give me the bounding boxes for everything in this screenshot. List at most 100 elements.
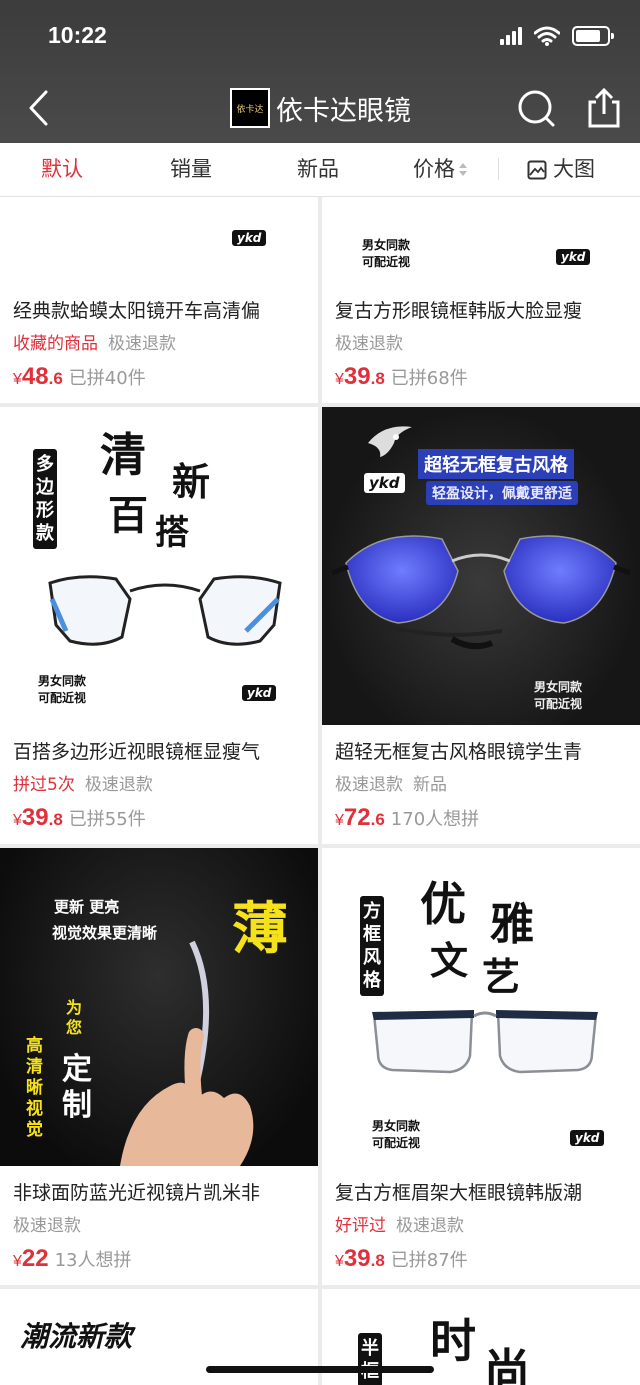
product-card[interactable]: 更新 更亮 视觉效果更清晰 薄 高清晰视觉 为您 定制 非球面防蓝光近视镜片凯米…: [0, 848, 318, 1285]
sort-bar: 默认 销量 新品 价格 大图: [0, 143, 640, 197]
product-card[interactable]: ykd 经典款蛤蟆太阳镜开车高清偏 收藏的商品 极速退款 ¥48.6 已拼40件: [0, 197, 318, 403]
product-tags: 极速退款: [13, 1211, 91, 1236]
back-button[interactable]: [18, 88, 58, 128]
big-image-toggle[interactable]: 大图: [527, 143, 595, 196]
product-title: 复古方形眼镜框韩版大脸显瘦: [335, 300, 583, 322]
tag-bought-before: 拼过5次: [13, 775, 75, 795]
price-integer: 22: [21, 1245, 49, 1272]
product-image: ykd: [0, 197, 318, 287]
price-integer: 72: [343, 804, 371, 831]
tag-favorited: 收藏的商品: [13, 334, 98, 354]
status-icons: [500, 26, 614, 46]
wifi-icon: [534, 26, 560, 46]
image-vertical-caption: 方框风格: [360, 896, 384, 996]
product-title: 复古方框眉架大框眼镜韩版潮: [335, 1182, 583, 1204]
price-integer: 48: [21, 363, 49, 390]
chevron-left-icon: [29, 90, 48, 126]
image-caption: 男女同款 可配近视: [372, 1118, 420, 1152]
shop-name: 依卡达眼镜: [276, 95, 411, 127]
shop-logo: 依卡达: [230, 88, 270, 128]
product-price: ¥48.6 已拼40件: [13, 363, 146, 391]
sort-default-tab[interactable]: 默认: [41, 143, 83, 196]
sort-arrows-icon: [459, 163, 467, 177]
product-card[interactable]: 男女同款 可配近视 ykd 复古方形眼镜框韩版大脸显瘦 极速退款 ¥39.8 已拼…: [322, 197, 640, 403]
price-integer: 39: [21, 804, 49, 831]
price-integer: 39: [343, 1245, 371, 1272]
sold-count: 已拼68件: [390, 368, 468, 389]
product-price: ¥39.8 已拼68件: [335, 363, 468, 391]
share-button[interactable]: [584, 86, 624, 130]
glasses-image: [372, 1010, 598, 1074]
top-bar: 10:22 依卡达 依卡达眼镜: [0, 0, 640, 143]
share-icon: [588, 87, 620, 128]
tag-fast-refund: 极速退款: [335, 334, 403, 354]
sort-sales-tab[interactable]: 销量: [170, 143, 212, 196]
currency-symbol: ¥: [13, 1253, 22, 1270]
product-card[interactable]: 方框风格 优 雅 文 艺 男女同款 可配近视 ykd 复古方框眉架大框眼镜韩版潮…: [322, 848, 640, 1285]
image-word: 优: [420, 877, 466, 931]
caption-line: 男女同款: [362, 238, 411, 252]
sold-count: 已拼55件: [68, 809, 146, 830]
big-image-label: 大图: [553, 157, 595, 181]
tag-fast-refund: 极速退款: [335, 775, 403, 795]
home-indicator[interactable]: [206, 1366, 434, 1373]
price-decimal: .6: [48, 369, 63, 388]
currency-symbol: ¥: [335, 1253, 344, 1270]
glasses-image: [331, 535, 631, 650]
product-price: ¥39.8 已拼55件: [13, 804, 146, 832]
product-card[interactable]: ykd 超轻无框复古风格 轻盈设计，佩戴更舒适 男女同款 可配近视 超轻无框复古…: [322, 407, 640, 844]
search-icon: [518, 90, 555, 127]
shop-logo-text: 依卡达: [236, 104, 264, 115]
tag-fast-refund: 极速退款: [84, 775, 153, 795]
battery-icon: [572, 26, 614, 46]
search-button[interactable]: [514, 88, 558, 128]
image-vertical-caption: 半框: [358, 1333, 382, 1385]
currency-symbol: ¥: [335, 812, 344, 829]
image-banner: 超轻无框复古风格: [418, 449, 574, 479]
brand-badge: ykd: [570, 1130, 605, 1146]
caption-line: 男女同款: [534, 680, 583, 694]
sort-price-tab[interactable]: 价格: [413, 143, 467, 196]
sold-count: 170人想拼: [390, 809, 480, 830]
divider: [498, 158, 499, 180]
tag-fast-refund: 极速退款: [108, 334, 176, 354]
image-vertical-caption: 多边形款: [33, 449, 57, 549]
caption-line: 更新 更亮: [54, 898, 120, 916]
shop-header[interactable]: 依卡达 依卡达眼镜: [230, 88, 411, 128]
sort-new-tab[interactable]: 新品: [297, 143, 339, 196]
product-title: 经典款蛤蟆太阳镜开车高清偏: [13, 300, 261, 322]
image-word: 清: [100, 428, 146, 482]
image-word: 定制: [62, 1052, 92, 1123]
eagle-logo-icon: [368, 426, 412, 457]
price-integer: 39: [343, 363, 371, 390]
image-icon: [527, 160, 547, 179]
lens-hand-image: [120, 940, 254, 1166]
product-card[interactable]: 多边形款 清 新 百 搭 男女同款 可配近视 ykd 百搭多边形近视眼镜框显瘦气…: [0, 407, 318, 844]
brand-badge: ykd: [364, 473, 405, 493]
product-price: ¥39.8 已拼87件: [335, 1245, 468, 1273]
sold-count: 已拼87件: [390, 1250, 468, 1271]
currency-symbol: ¥: [13, 812, 22, 829]
caption-line: 可配近视: [372, 1136, 421, 1150]
image-word: 新: [172, 459, 211, 504]
brand-badge: ykd: [556, 249, 591, 265]
image-word: 艺: [482, 954, 521, 999]
sold-count: 已拼40件: [68, 368, 146, 389]
status-time: 10:22: [48, 22, 107, 48]
tag-fast-refund: 极速退款: [13, 1216, 81, 1236]
image-vertical-caption: 高清晰视觉: [26, 1036, 43, 1140]
image-word: 搭: [155, 513, 189, 553]
currency-symbol: ¥: [335, 371, 344, 388]
brand-badge: ykd: [232, 230, 267, 246]
sold-count: 13人想拼: [54, 1250, 132, 1271]
product-image: ykd 超轻无框复古风格 轻盈设计，佩戴更舒适 男女同款 可配近视: [322, 407, 640, 725]
image-word: 百: [108, 492, 148, 539]
price-decimal: .8: [370, 369, 385, 388]
caption-line: 男女同款: [38, 674, 87, 688]
caption-line: 男女同款: [372, 1119, 421, 1133]
currency-symbol: ¥: [13, 371, 22, 388]
sort-price-label: 价格: [413, 157, 455, 181]
product-image: 方框风格 优 雅 文 艺 男女同款 可配近视 ykd: [322, 848, 640, 1166]
product-price: ¥22 13人想拼: [13, 1245, 132, 1273]
product-title: 超轻无框复古风格眼镜学生青: [335, 741, 583, 763]
